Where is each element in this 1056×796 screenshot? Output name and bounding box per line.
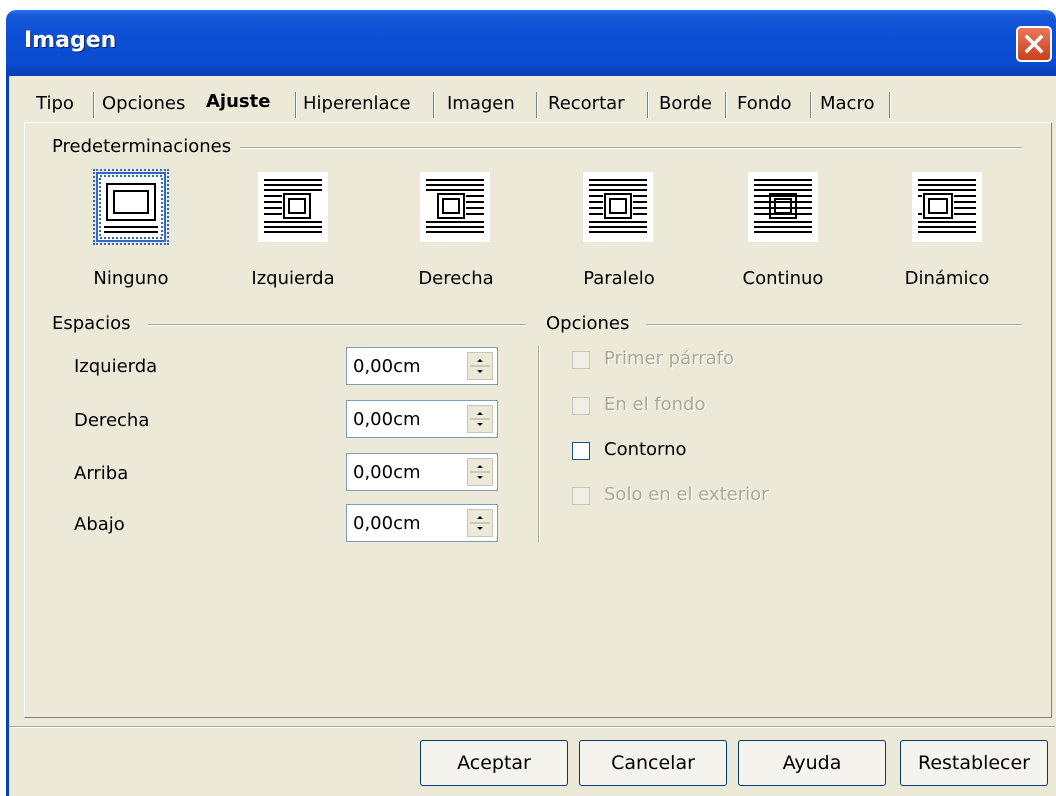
- spacing-bottom-label: Abajo: [74, 514, 125, 535]
- preset-continuo[interactable]: [748, 172, 818, 242]
- wrap-left-icon: [258, 179, 328, 247]
- spacing-left-stepper[interactable]: 0,00cm: [346, 347, 498, 385]
- spacing-left-label: Izquierda: [74, 356, 158, 377]
- button-bar-divider: [9, 726, 1055, 728]
- help-button[interactable]: Ayuda: [738, 740, 886, 786]
- checkbox-label-en-el-fondo: En el fondo: [604, 394, 706, 415]
- tab-macro[interactable]: Macro: [820, 88, 874, 120]
- spinner-arrows-icon[interactable]: [467, 458, 493, 486]
- tab-imagen[interactable]: Imagen: [447, 88, 515, 120]
- spacing-bottom-value[interactable]: 0,00cm: [353, 513, 421, 534]
- options-group-label: Opciones: [546, 313, 638, 334]
- spacing-bottom-stepper[interactable]: 0,00cm: [346, 504, 498, 542]
- image-dialog: Imagen Tipo Opciones Ajuste Hiperenlace …: [0, 0, 1056, 796]
- tab-separator: [725, 92, 727, 118]
- tab-opciones[interactable]: Opciones: [102, 88, 185, 120]
- preset-derecha[interactable]: [420, 172, 490, 242]
- spinner-arrows-icon[interactable]: [467, 352, 493, 380]
- spinner-arrows-icon[interactable]: [467, 509, 493, 537]
- group-line: [148, 324, 526, 326]
- group-line: [240, 147, 1022, 149]
- preset-dinamico[interactable]: [912, 172, 982, 242]
- window-title: Imagen: [24, 28, 117, 53]
- tab-separator: [93, 92, 95, 118]
- preset-label-dinamico: Dinámico: [904, 268, 990, 289]
- checkbox-contorno[interactable]: [572, 442, 590, 460]
- ok-button[interactable]: Aceptar: [420, 740, 568, 786]
- spacing-left-value[interactable]: 0,00cm: [353, 356, 421, 377]
- tab-separator: [433, 92, 435, 118]
- spacing-right-value[interactable]: 0,00cm: [353, 409, 421, 430]
- spacing-right-label: Derecha: [74, 410, 150, 431]
- wrap-through-icon: [748, 179, 818, 247]
- wrap-none-icon: [98, 175, 164, 245]
- preset-label-derecha: Derecha: [418, 268, 494, 289]
- preset-label-paralelo: Paralelo: [583, 268, 655, 289]
- spacing-top-value[interactable]: 0,00cm: [353, 462, 421, 483]
- tab-recortar[interactable]: Recortar: [548, 88, 625, 120]
- spacing-right-stepper[interactable]: 0,00cm: [346, 400, 498, 438]
- checkbox-solo-exterior[interactable]: [572, 487, 590, 505]
- wrap-right-icon: [420, 179, 490, 247]
- tab-fondo[interactable]: Fondo: [737, 88, 792, 120]
- group-line: [646, 324, 1022, 326]
- tab-tipo[interactable]: Tipo: [36, 88, 74, 120]
- title-bar[interactable]: Imagen: [6, 10, 1056, 76]
- presets-group-label: Predeterminaciones: [52, 136, 240, 157]
- checkbox-label-contorno: Contorno: [604, 439, 687, 460]
- preset-izquierda[interactable]: [258, 172, 328, 242]
- spacing-top-stepper[interactable]: 0,00cm: [346, 453, 498, 491]
- preset-ninguno[interactable]: [93, 169, 169, 245]
- checkbox-label-primer-parrafo: Primer párrafo: [604, 348, 734, 369]
- preset-paralelo[interactable]: [583, 172, 653, 242]
- spacing-top-label: Arriba: [74, 463, 129, 484]
- tab-borde[interactable]: Borde: [659, 88, 712, 120]
- spacing-group-label: Espacios: [52, 313, 139, 334]
- preset-label-izquierda: Izquierda: [251, 268, 335, 289]
- checkbox-label-solo-exterior: Solo en el exterior: [604, 484, 769, 505]
- tab-separator: [647, 92, 649, 118]
- preset-label-ninguno: Ninguno: [93, 268, 169, 289]
- tab-separator: [295, 92, 297, 118]
- wrap-parallel-icon: [583, 179, 653, 247]
- wrap-optimal-icon: [912, 179, 982, 247]
- tab-separator: [889, 92, 891, 118]
- tab-separator: [810, 92, 812, 118]
- close-button[interactable]: [1016, 26, 1052, 62]
- tab-separator: [536, 92, 538, 118]
- checkbox-primer-parrafo[interactable]: [572, 351, 590, 369]
- tab-hiperenlace[interactable]: Hiperenlace: [303, 88, 411, 120]
- cancel-button[interactable]: Cancelar: [579, 740, 727, 786]
- preset-label-continuo: Continuo: [742, 268, 824, 289]
- reset-button[interactable]: Restablecer: [900, 740, 1048, 786]
- tab-ajuste[interactable]: Ajuste: [206, 86, 270, 118]
- group-divider: [538, 346, 540, 542]
- spinner-arrows-icon[interactable]: [467, 405, 493, 433]
- checkbox-en-el-fondo[interactable]: [572, 397, 590, 415]
